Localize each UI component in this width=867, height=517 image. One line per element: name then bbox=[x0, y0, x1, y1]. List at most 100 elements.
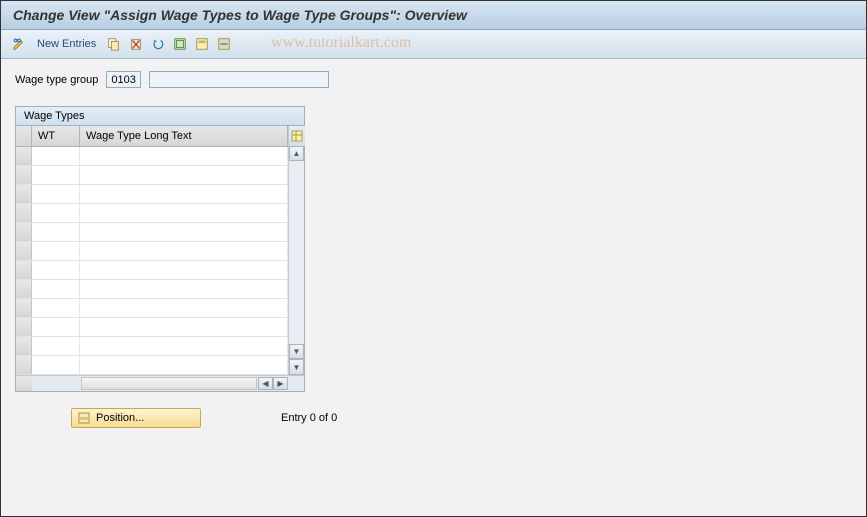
table-row bbox=[16, 166, 288, 185]
cell-long-text[interactable] bbox=[80, 185, 288, 203]
table-row bbox=[16, 356, 288, 375]
entry-status: Entry 0 of 0 bbox=[281, 412, 337, 424]
select-block-icon bbox=[195, 37, 209, 51]
cell-long-text[interactable] bbox=[80, 242, 288, 260]
scroll-track-horizontal[interactable] bbox=[81, 377, 257, 390]
cell-long-text[interactable] bbox=[80, 356, 288, 374]
table-caption: Wage Types bbox=[16, 107, 304, 126]
row-selector[interactable] bbox=[16, 356, 32, 374]
delete-button[interactable] bbox=[126, 34, 146, 54]
column-header-long-text[interactable]: Wage Type Long Text bbox=[80, 126, 288, 146]
scroll-page-down-button[interactable]: ▼ bbox=[289, 359, 304, 375]
table-row bbox=[16, 242, 288, 261]
table-row-selector-header[interactable] bbox=[16, 126, 32, 146]
table-row bbox=[16, 147, 288, 166]
cell-wt[interactable] bbox=[32, 147, 80, 165]
table-row bbox=[16, 261, 288, 280]
cell-long-text[interactable] bbox=[80, 318, 288, 336]
cell-wt[interactable] bbox=[32, 337, 80, 355]
scroll-up-button[interactable]: ▲ bbox=[289, 146, 304, 161]
row-selector[interactable] bbox=[16, 299, 32, 317]
wage-types-table: Wage Types WT Wage Type Long Text bbox=[15, 106, 305, 392]
horizontal-scrollbar: ◀ ▶ bbox=[16, 375, 304, 391]
cell-long-text[interactable] bbox=[80, 280, 288, 298]
row-selector[interactable] bbox=[16, 147, 32, 165]
column-header-wt[interactable]: WT bbox=[32, 126, 80, 146]
copy-icon bbox=[107, 37, 121, 51]
watermark-text: www.tutorialkart.com bbox=[271, 34, 411, 52]
toggle-display-change-button[interactable] bbox=[9, 34, 29, 54]
chevron-right-icon: ▶ bbox=[277, 379, 283, 388]
table-row bbox=[16, 223, 288, 242]
vertical-scrollbar: ▲ ▼ ▼ bbox=[288, 126, 304, 375]
deselect-all-icon bbox=[217, 37, 231, 51]
new-entries-button[interactable]: New Entries bbox=[37, 38, 96, 50]
toolbar: New Entries bbox=[1, 30, 866, 59]
cell-long-text[interactable] bbox=[80, 166, 288, 184]
row-selector[interactable] bbox=[16, 261, 32, 279]
row-selector[interactable] bbox=[16, 185, 32, 203]
cell-long-text[interactable] bbox=[80, 204, 288, 222]
undo-button[interactable] bbox=[148, 34, 168, 54]
chevron-up-icon: ▲ bbox=[293, 149, 301, 158]
table-row bbox=[16, 280, 288, 299]
footer-row: Position... Entry 0 of 0 bbox=[15, 408, 852, 428]
pencil-glasses-icon bbox=[12, 37, 26, 51]
cell-wt[interactable] bbox=[32, 299, 80, 317]
table-row bbox=[16, 185, 288, 204]
cell-long-text[interactable] bbox=[80, 147, 288, 165]
cell-long-text[interactable] bbox=[80, 337, 288, 355]
cell-wt[interactable] bbox=[32, 280, 80, 298]
row-selector[interactable] bbox=[16, 318, 32, 336]
row-selector[interactable] bbox=[16, 280, 32, 298]
table-body bbox=[16, 147, 288, 375]
scroll-track-vertical[interactable] bbox=[289, 161, 304, 344]
wage-type-group-label: Wage type group bbox=[15, 74, 98, 86]
table-settings-icon bbox=[291, 130, 303, 142]
cell-wt[interactable] bbox=[32, 242, 80, 260]
row-selector[interactable] bbox=[16, 337, 32, 355]
table-row bbox=[16, 204, 288, 223]
cell-wt[interactable] bbox=[32, 261, 80, 279]
cell-wt[interactable] bbox=[32, 356, 80, 374]
select-all-icon bbox=[173, 37, 187, 51]
chevron-down-icon: ▼ bbox=[293, 347, 301, 356]
copy-as-button[interactable] bbox=[104, 34, 124, 54]
table-row bbox=[16, 299, 288, 318]
scroll-left-button[interactable]: ◀ bbox=[258, 377, 273, 390]
cell-long-text[interactable] bbox=[80, 299, 288, 317]
cell-wt[interactable] bbox=[32, 185, 80, 203]
delete-icon bbox=[129, 37, 143, 51]
row-selector[interactable] bbox=[16, 223, 32, 241]
deselect-all-button[interactable] bbox=[214, 34, 234, 54]
position-button[interactable]: Position... bbox=[71, 408, 201, 428]
cell-long-text[interactable] bbox=[80, 261, 288, 279]
select-block-button[interactable] bbox=[192, 34, 212, 54]
cell-wt[interactable] bbox=[32, 318, 80, 336]
table-row bbox=[16, 318, 288, 337]
page-title: Change View "Assign Wage Types to Wage T… bbox=[13, 7, 467, 23]
cell-wt[interactable] bbox=[32, 204, 80, 222]
wage-type-group-description bbox=[149, 71, 329, 88]
position-icon bbox=[78, 412, 90, 424]
select-all-button[interactable] bbox=[170, 34, 190, 54]
row-selector[interactable] bbox=[16, 166, 32, 184]
chevron-down-icon: ▼ bbox=[293, 363, 301, 372]
undo-icon bbox=[151, 37, 165, 51]
content-area: Wage type group 0103 Wage Types WT Wage … bbox=[1, 59, 866, 440]
cell-long-text[interactable] bbox=[80, 223, 288, 241]
row-selector[interactable] bbox=[16, 204, 32, 222]
title-bar: Change View "Assign Wage Types to Wage T… bbox=[1, 1, 866, 30]
table-row bbox=[16, 337, 288, 356]
table-header-row: WT Wage Type Long Text bbox=[16, 126, 288, 147]
scroll-down-button[interactable]: ▼ bbox=[289, 344, 304, 359]
cell-wt[interactable] bbox=[32, 223, 80, 241]
chevron-left-icon: ◀ bbox=[262, 379, 268, 388]
position-button-label: Position... bbox=[96, 412, 144, 424]
filter-row: Wage type group 0103 bbox=[15, 71, 852, 88]
row-selector[interactable] bbox=[16, 242, 32, 260]
scroll-right-button[interactable]: ▶ bbox=[273, 377, 288, 390]
cell-wt[interactable] bbox=[32, 166, 80, 184]
wage-type-group-value[interactable]: 0103 bbox=[106, 71, 140, 88]
table-settings-button[interactable] bbox=[289, 126, 305, 146]
